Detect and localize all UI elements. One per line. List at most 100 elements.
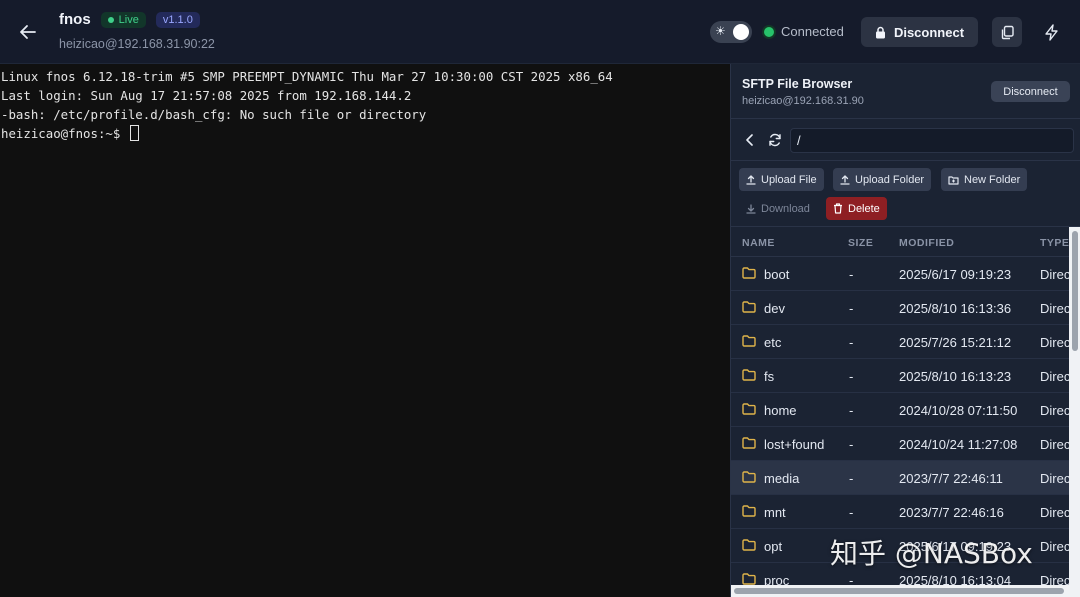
table-row[interactable]: media - 2023/7/7 22:46:11 Directory [731, 461, 1071, 495]
horizontal-scrollbar-thumb[interactable] [734, 588, 1064, 594]
path-bar [731, 119, 1080, 161]
table-row[interactable]: dev - 2025/8/10 16:13:36 Directory [731, 291, 1071, 325]
file-size: - [849, 267, 854, 282]
terminal[interactable]: Linux fnos 6.12.18-trim #5 SMP PREEMPT_D… [0, 64, 730, 597]
file-type: Directory [1040, 505, 1071, 520]
delete-button[interactable]: Delete [826, 197, 887, 220]
download-button[interactable]: Download [739, 197, 817, 220]
file-size: - [849, 301, 854, 316]
upload-folder-label: Upload Folder [855, 173, 925, 186]
trash-icon [834, 203, 842, 214]
file-type: Directory [1040, 437, 1071, 452]
file-modified: 2025/8/10 16:13:23 [899, 369, 1012, 384]
file-size: - [849, 437, 854, 452]
file-size: - [849, 505, 854, 520]
file-size: - [849, 335, 854, 350]
file-type: Directory [1040, 403, 1071, 418]
folder-icon [742, 335, 756, 350]
table-row[interactable]: etc - 2025/7/26 15:21:12 Directory [731, 325, 1071, 359]
terminal-line: -bash: /etc/profile.d/bash_cfg: No such … [1, 107, 427, 122]
file-name: media [764, 471, 800, 486]
table-row[interactable]: lost+found - 2024/10/24 11:27:08 Directory [731, 427, 1071, 461]
file-name: opt [764, 539, 783, 554]
live-label: Live [118, 13, 139, 26]
column-type[interactable]: TYPE [1040, 237, 1069, 249]
file-type: Directory [1040, 267, 1071, 282]
table-row[interactable]: fs - 2025/8/10 16:13:23 Directory [731, 359, 1071, 393]
live-dot-icon [107, 16, 114, 23]
upload-file-button[interactable]: Upload File [739, 168, 824, 191]
file-name: home [764, 403, 797, 418]
table-row[interactable]: boot - 2025/6/17 09:19:23 Directory [731, 257, 1071, 291]
folder-icon [742, 369, 756, 384]
lightning-icon [1044, 23, 1058, 41]
path-back-button[interactable] [741, 131, 759, 149]
upload-folder-button[interactable]: Upload Folder [833, 168, 932, 191]
file-modified: 2025/7/26 15:21:12 [899, 335, 1012, 350]
vertical-scrollbar-thumb[interactable] [1072, 231, 1078, 351]
file-name: boot [764, 267, 790, 282]
path-input[interactable] [790, 128, 1074, 153]
file-name: lost+found [764, 437, 825, 452]
file-type: Directory [1040, 301, 1071, 316]
table-row[interactable]: mnt - 2023/7/7 22:46:16 Directory [731, 495, 1071, 529]
folder-icon [742, 437, 756, 452]
back-button[interactable] [14, 18, 42, 46]
refresh-button[interactable] [766, 131, 784, 149]
table-row[interactable]: home - 2024/10/28 07:11:50 Directory [731, 393, 1071, 427]
folder-icon [742, 471, 756, 486]
toggle-knob [733, 24, 749, 40]
folder-icon [742, 539, 756, 554]
download-label: Download [761, 202, 810, 215]
download-icon [746, 203, 756, 214]
file-modified: 2023/7/7 22:46:16 [899, 505, 1004, 520]
file-type: Directory [1040, 369, 1071, 384]
theme-toggle[interactable]: ☀ [710, 21, 752, 43]
file-name: fs [764, 369, 775, 384]
new-folder-button[interactable]: New Folder [941, 168, 1028, 191]
file-modified: 2025/6/17 09:19:23 [899, 267, 1012, 282]
lock-icon [875, 26, 885, 38]
sftp-disconnect-button[interactable]: Disconnect [991, 81, 1070, 102]
file-actions: Upload File Upload Folder New Folder Dow… [731, 161, 1080, 227]
sftp-title: SFTP File Browser [742, 77, 853, 91]
terminal-prompt: heizicao@fnos:~$ [1, 126, 121, 141]
file-table-header: NAME SIZE MODIFIED TYPE [731, 227, 1080, 257]
terminal-line: Linux fnos 6.12.18-trim #5 SMP PREEMPT_D… [1, 69, 613, 84]
chevron-left-icon [746, 134, 753, 146]
live-badge: Live [100, 11, 146, 28]
disconnect-button[interactable]: Disconnect [861, 17, 978, 47]
folder-icon [742, 505, 756, 520]
connection-status: Connected [764, 24, 844, 39]
watermark: 知乎 @NASBox [830, 537, 1033, 570]
status-dot-icon [764, 26, 774, 37]
file-name: etc [764, 335, 782, 350]
column-size[interactable]: SIZE [848, 237, 873, 249]
connection-status-label: Connected [781, 24, 844, 39]
file-modified: 2023/7/7 22:46:11 [899, 471, 1003, 486]
new-folder-label: New Folder [964, 173, 1021, 186]
version-badge: v1.1.0 [155, 11, 200, 28]
column-modified[interactable]: MODIFIED [899, 237, 954, 249]
upload-icon [840, 174, 850, 185]
file-size: - [849, 403, 854, 418]
file-modified: 2024/10/24 11:27:08 [899, 437, 1018, 452]
sftp-header: SFTP File Browser heizicao@192.168.31.90… [731, 64, 1080, 119]
file-modified: 2024/10/28 07:11:50 [899, 403, 1018, 418]
file-type: Directory [1040, 335, 1071, 350]
column-name[interactable]: NAME [742, 237, 775, 249]
folder-icon [742, 301, 756, 316]
file-type: Directory [1040, 471, 1071, 486]
folder-plus-icon [948, 175, 959, 185]
upload-file-label: Upload File [761, 173, 817, 186]
copy-button[interactable] [992, 17, 1022, 47]
quick-actions-button[interactable] [1036, 17, 1066, 47]
horizontal-scrollbar[interactable] [731, 585, 1069, 597]
file-name: mnt [764, 505, 786, 520]
session-title: fnos [59, 11, 91, 28]
host-address: heizicao@192.168.31.90:22 [59, 37, 215, 51]
sun-icon: ☀ [715, 24, 726, 38]
arrow-left-icon [20, 25, 36, 39]
vertical-scrollbar[interactable] [1069, 227, 1080, 597]
file-type: Directory [1040, 539, 1071, 554]
